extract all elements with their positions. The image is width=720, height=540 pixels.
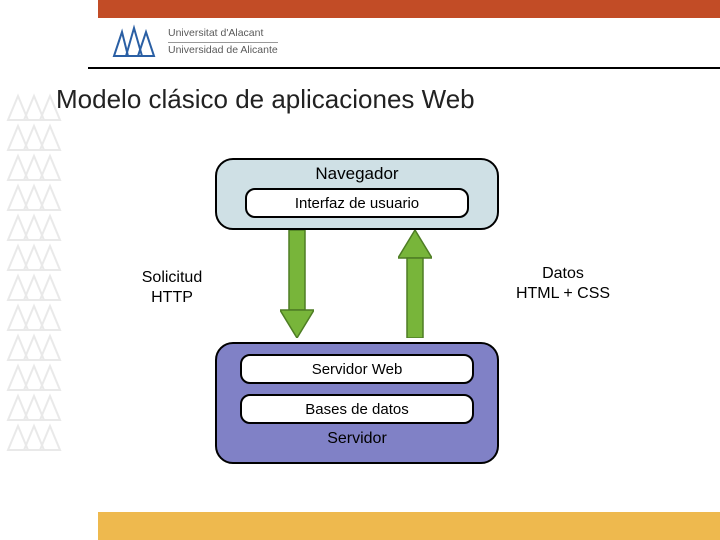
footer-accent-bar	[98, 512, 720, 540]
header-divider	[88, 67, 720, 69]
request-label: Solicitud HTTP	[122, 268, 222, 308]
university-name-line1: Universitat d'Alacant	[168, 27, 278, 43]
server-label: Servidor	[217, 430, 497, 448]
browser-title: Navegador	[217, 164, 497, 184]
response-line1: Datos	[542, 265, 584, 282]
university-name-line2: Universidad de Alicante	[168, 44, 278, 56]
ui-box: Interfaz de usuario	[245, 188, 469, 218]
browser-box: Navegador Interfaz de usuario	[215, 158, 499, 230]
response-label: Datos HTML + CSS	[498, 264, 628, 304]
diagram-area: Navegador Interfaz de usuario Solicitud …	[0, 130, 720, 490]
header-accent-bar	[98, 0, 720, 18]
server-box: Servidor Web Bases de datos Servidor	[215, 342, 499, 464]
university-name: Universitat d'Alacant Universidad de Ali…	[168, 27, 278, 57]
arrow-request-icon	[280, 230, 314, 338]
response-line2: HTML + CSS	[516, 285, 610, 302]
slide-title: Modelo clásico de aplicaciones Web	[56, 84, 475, 115]
university-logo-icon	[108, 22, 160, 62]
request-line2: HTTP	[151, 289, 193, 306]
webserver-box: Servidor Web	[240, 354, 474, 384]
arrow-response-icon	[398, 230, 432, 338]
request-line1: Solicitud	[142, 269, 202, 286]
university-logo-block: Universitat d'Alacant Universidad de Ali…	[108, 22, 278, 62]
database-box: Bases de datos	[240, 394, 474, 424]
